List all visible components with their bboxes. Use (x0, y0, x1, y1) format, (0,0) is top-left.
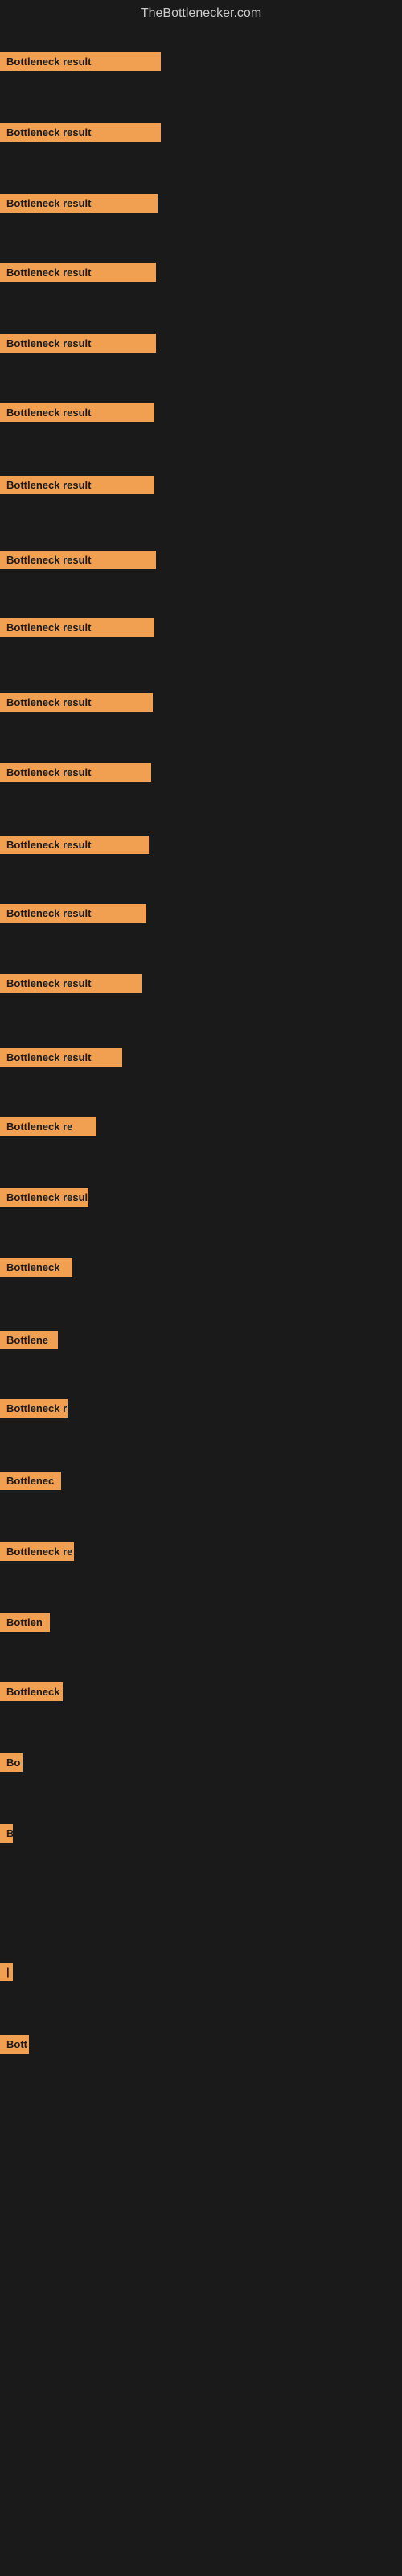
bottleneck-bar-11[interactable]: Bottleneck result (0, 763, 151, 782)
bottleneck-bar-5[interactable]: Bottleneck result (0, 334, 156, 353)
bottleneck-bar-21[interactable]: Bottlenec (0, 1472, 61, 1490)
bottleneck-bar-12[interactable]: Bottleneck result (0, 836, 149, 854)
bottleneck-bar-6[interactable]: Bottleneck result (0, 403, 154, 422)
bottleneck-bar-8[interactable]: Bottleneck result (0, 551, 156, 569)
bottleneck-bar-13[interactable]: Bottleneck result (0, 904, 146, 923)
bottleneck-bar-20[interactable]: Bottleneck r (0, 1399, 68, 1418)
bottleneck-bar-22[interactable]: Bottleneck re (0, 1542, 74, 1561)
bottleneck-bar-14[interactable]: Bottleneck result (0, 974, 142, 993)
bottleneck-bar-25[interactable]: Bo (0, 1753, 23, 1772)
bottleneck-bar-7[interactable]: Bottleneck result (0, 476, 154, 494)
bottleneck-bar-24[interactable]: Bottleneck (0, 1682, 63, 1701)
bottleneck-bar-4[interactable]: Bottleneck result (0, 263, 156, 282)
bottleneck-bar-15[interactable]: Bottleneck result (0, 1048, 122, 1067)
bottleneck-bar-27[interactable]: | (0, 1963, 13, 1981)
bottleneck-bar-18[interactable]: Bottleneck (0, 1258, 72, 1277)
bottleneck-bar-28[interactable]: Bott (0, 2035, 29, 2054)
bottleneck-bar-23[interactable]: Bottlen (0, 1613, 50, 1632)
bottleneck-bar-26[interactable]: B (0, 1824, 13, 1843)
bottleneck-bar-9[interactable]: Bottleneck result (0, 618, 154, 637)
bottleneck-bar-3[interactable]: Bottleneck result (0, 194, 158, 213)
bottleneck-bar-17[interactable]: Bottleneck resul (0, 1188, 88, 1207)
bottleneck-bar-1[interactable]: Bottleneck result (0, 52, 161, 71)
bottleneck-bar-16[interactable]: Bottleneck re (0, 1117, 96, 1136)
bottleneck-bar-19[interactable]: Bottlene (0, 1331, 58, 1349)
bottleneck-bar-10[interactable]: Bottleneck result (0, 693, 153, 712)
site-title: TheBottlenecker.com (0, 0, 402, 31)
bottleneck-bar-2[interactable]: Bottleneck result (0, 123, 161, 142)
